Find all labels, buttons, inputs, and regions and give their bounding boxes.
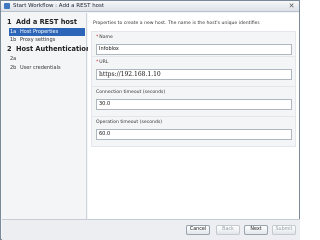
connection-timeout-label: Connection timeout (seconds) <box>96 90 166 95</box>
substep-number: 1a <box>10 29 17 35</box>
wizard-steps-panel: 1 Add a REST host 1a Host Properties 1b Pro… <box>2 13 91 219</box>
window-title: Start Workflow : Add a REST host <box>13 3 105 9</box>
required-marker: * <box>96 60 99 65</box>
connection-timeout-input[interactable]: 30.0 <box>96 99 292 110</box>
substep-host-properties[interactable]: 1a Host Properties <box>9 28 85 36</box>
step-number: 2 <box>7 45 12 53</box>
step-label: Add a REST host <box>16 18 78 26</box>
submit-button[interactable]: Submit <box>272 225 296 235</box>
substep-user-credentials[interactable]: 2b User credentials <box>9 64 85 72</box>
name-input[interactable]: Infoblox <box>96 44 292 55</box>
step-1-header[interactable]: 1 Add a REST host <box>7 18 77 26</box>
dialog-footer: Cancel Back Next Submit <box>2 219 300 240</box>
operation-timeout-label: Operation timeout (seconds) <box>96 120 163 125</box>
required-marker: * <box>96 35 99 40</box>
substep-number: 2b <box>10 65 17 71</box>
workflow-icon <box>4 3 10 9</box>
substep-label: Proxy settings <box>20 37 56 43</box>
operation-timeout-field-group: Operation timeout (seconds) 60.0 <box>91 116 296 147</box>
step-2-header[interactable]: 2 Host Authentication <box>7 45 91 53</box>
url-field-group: *URL https://192.168.1.10 <box>91 56 296 87</box>
next-button[interactable]: Next <box>244 225 268 235</box>
connection-timeout-field-group: Connection timeout (seconds) 30.0 <box>91 86 296 117</box>
step-number: 1 <box>7 18 12 26</box>
back-button[interactable]: Back <box>216 225 240 235</box>
workflow-dialog: Start Workflow : Add a REST host ✕ 1 Add … <box>0 0 300 240</box>
substep-number: 1b <box>10 37 17 43</box>
close-icon[interactable]: ✕ <box>287 2 296 10</box>
url-input[interactable]: https://192.168.1.10 <box>96 69 292 80</box>
url-label: *URL <box>96 60 108 66</box>
title-bar: Start Workflow : Add a REST host ✕ <box>1 1 299 12</box>
substep-proxy-settings[interactable]: 1b Proxy settings <box>9 36 85 44</box>
operation-timeout-input[interactable]: 60.0 <box>96 129 292 140</box>
name-label-text: Name <box>99 35 113 40</box>
url-label-text: URL <box>99 60 109 65</box>
cancel-button[interactable]: Cancel <box>186 225 210 235</box>
substep-number: 2a <box>10 56 17 62</box>
step-label: Host Authentication <box>16 45 91 53</box>
substep-2a[interactable]: 2a <box>9 55 85 63</box>
name-label: *Name <box>96 35 113 41</box>
form-description: Properties to create a new host. The nam… <box>93 21 261 26</box>
substep-label: Host Properties <box>20 29 59 35</box>
substep-label: User credentials <box>20 65 61 71</box>
form-content: Properties to create a new host. The nam… <box>88 13 299 219</box>
